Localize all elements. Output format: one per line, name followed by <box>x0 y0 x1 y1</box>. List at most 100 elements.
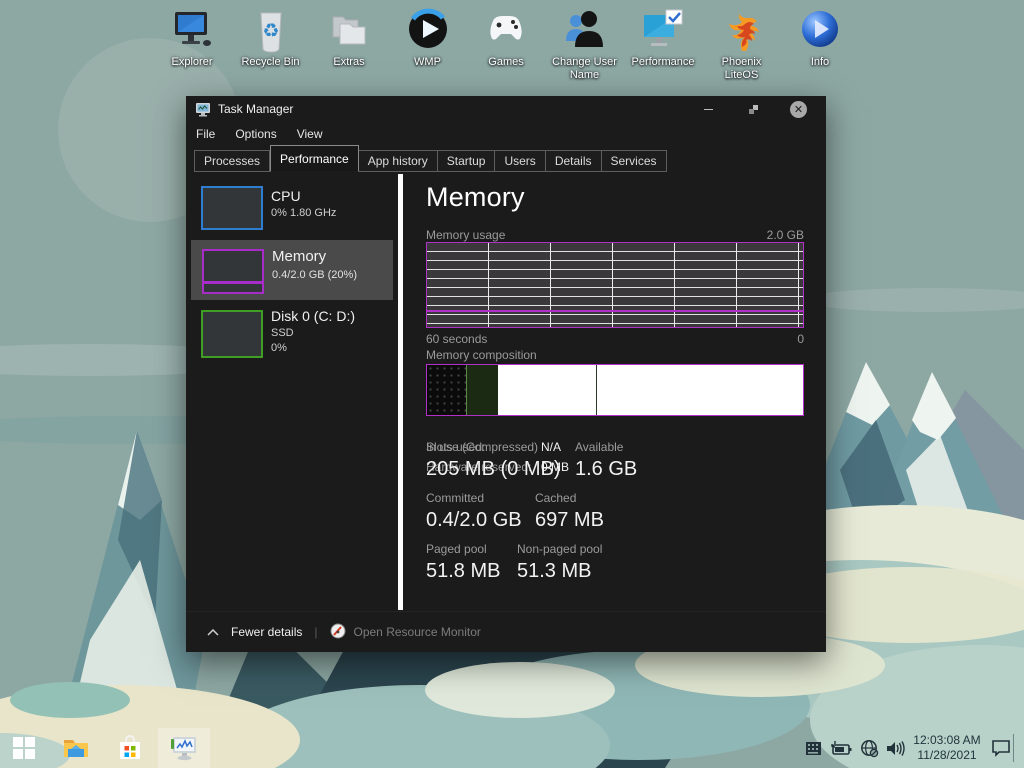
fewer-details-button[interactable]: Fewer details <box>231 625 302 639</box>
desktop-icon-label: Change User Name <box>552 56 617 81</box>
start-button[interactable] <box>0 728 48 768</box>
sidebar-item-memory[interactable]: Memory 0.4/2.0 GB (20%) <box>191 240 393 300</box>
desktop-icon-performance[interactable]: Performance <box>627 6 699 81</box>
open-resource-monitor-link[interactable]: Open Resource Monitor <box>354 625 481 639</box>
taskbar-file-explorer-button[interactable] <box>52 728 100 768</box>
task-manager-icon <box>171 737 196 761</box>
desktop-icon-explorer[interactable]: Explorer <box>156 6 228 81</box>
minimize-button[interactable] <box>686 96 731 122</box>
touch-keyboard-icon[interactable] <box>800 728 826 768</box>
tab-performance[interactable]: Performance <box>270 145 359 172</box>
volume-icon[interactable] <box>882 728 908 768</box>
desktop-icon-extras[interactable]: Extras <box>313 6 385 81</box>
tab-users[interactable]: Users <box>495 150 546 172</box>
stat-label: Non-paged pool <box>517 542 603 556</box>
file-explorer-icon <box>64 740 88 757</box>
menu-bar: File Options View <box>186 122 826 146</box>
show-desktop-strip[interactable] <box>1013 734 1014 762</box>
gamepad-icon <box>482 6 530 54</box>
memory-usage-label: Memory usage <box>426 228 506 242</box>
network-globe-icon[interactable] <box>856 728 882 768</box>
microsoft-store-icon <box>120 735 140 759</box>
chevron-up-icon <box>207 628 219 636</box>
stat-value: 51.3 MB <box>517 560 592 582</box>
desktop-icon-label: Explorer <box>171 56 213 68</box>
desktop-icon-phoenix-liteos[interactable]: Phoenix LiteOS <box>706 6 778 81</box>
sidebar-item-subtitle: 0% 1.80 GHz <box>271 207 337 219</box>
stat-committed: Committed 0.4/2.0 GB <box>426 491 522 532</box>
stat-label: Available <box>575 440 624 454</box>
memory-usage-line <box>427 310 803 313</box>
desktop-icon-label: Phoenix LiteOS <box>721 56 762 81</box>
desktop-icon-change-user-name[interactable]: Change User Name <box>549 6 621 81</box>
stat-value: 205 MB (0 MB) <box>426 458 561 480</box>
composition-standby-divider <box>596 365 598 415</box>
stat-value: 697 MB <box>535 509 604 531</box>
desktop: Explorer ♻ Recycle Bin Extras WMP Games <box>0 0 1024 768</box>
sidebar-item-title: CPU <box>271 188 301 204</box>
close-button[interactable]: ✕ <box>776 96 821 122</box>
tab-app-history[interactable]: App history <box>358 150 438 172</box>
memory-stats: In use (Compressed) 205 MB (0 MB) Availa… <box>426 440 816 590</box>
desktop-icon-label: Extras <box>333 56 365 68</box>
taskbar-task-manager-button[interactable] <box>158 728 210 768</box>
tab-details[interactable]: Details <box>545 150 602 172</box>
windows-logo-icon <box>13 737 35 759</box>
memory-composition-label: Memory composition <box>426 348 537 362</box>
menu-file[interactable]: File <box>186 127 225 141</box>
composition-inuse-segment <box>427 365 467 415</box>
desktop-icon-label: Info <box>810 56 830 68</box>
composition-modified-segment <box>466 365 498 415</box>
memory-composition-bar[interactable] <box>426 364 804 416</box>
tab-services[interactable]: Services <box>601 150 667 172</box>
task-manager-app-icon <box>195 102 211 117</box>
desktop-icon-label: Recycle Bin <box>241 56 300 68</box>
desktop-icon-info[interactable]: Info <box>784 6 856 81</box>
menu-options[interactable]: Options <box>225 127 286 141</box>
desktop-icon-label: Games <box>488 56 524 68</box>
restore-button[interactable] <box>731 96 776 122</box>
disk-thumbnail <box>201 310 263 358</box>
users-icon <box>561 6 609 54</box>
menu-view[interactable]: View <box>287 127 333 141</box>
sidebar-item-cpu[interactable]: CPU 0% 1.80 GHz <box>191 184 393 238</box>
battery-power-icon[interactable] <box>828 728 854 768</box>
tab-strip: Processes Performance App history Startu… <box>194 145 826 172</box>
cpu-thumbnail <box>201 186 263 230</box>
explorer-icon <box>168 6 216 54</box>
sidebar-item-disk0[interactable]: Disk 0 (C: D:) SSD 0% <box>191 306 393 364</box>
title-bar: Task Manager ✕ <box>186 96 826 122</box>
desktop-icon-row: Explorer ♻ Recycle Bin Extras WMP Games <box>156 6 856 81</box>
performance-sidebar: CPU 0% 1.80 GHz Memory 0.4/2.0 GB (20%) … <box>186 172 398 612</box>
media-player-icon <box>404 6 452 54</box>
tab-startup[interactable]: Startup <box>437 150 496 172</box>
desktop-icon-label: WMP <box>414 56 441 68</box>
desktop-icon-games[interactable]: Games <box>470 6 542 81</box>
footer-divider: | <box>314 625 318 639</box>
taskbar-store-button[interactable] <box>106 728 154 768</box>
stat-value: 0.4/2.0 GB <box>426 509 522 531</box>
graph-time-end-label: 0 <box>797 332 804 346</box>
action-center-icon[interactable] <box>988 728 1014 768</box>
sidebar-scrollbar[interactable] <box>398 174 403 610</box>
sidebar-item-title: Disk 0 (C: D:) <box>271 308 355 324</box>
folders-icon <box>325 6 373 54</box>
stat-cached: Cached 697 MB <box>535 491 604 532</box>
taskbar-clock[interactable]: 12:03:08 AM 11/28/2021 <box>908 728 986 768</box>
desktop-icon-wmp[interactable]: WMP <box>392 6 464 81</box>
sidebar-item-title: Memory <box>272 248 327 265</box>
taskbar: 12:03:08 AM 11/28/2021 <box>0 728 1024 768</box>
info-icon <box>796 6 844 54</box>
memory-thumbnail-bar <box>202 282 264 294</box>
stat-nonpaged-pool: Non-paged pool 51.3 MB <box>517 542 602 583</box>
desktop-icon-recycle-bin[interactable]: ♻ Recycle Bin <box>235 6 307 81</box>
phoenix-icon <box>718 6 766 54</box>
sidebar-item-subtitle: SSD <box>271 327 294 339</box>
memory-panel: Memory Memory usage 2.0 GB 60 seconds 0 … <box>404 172 826 612</box>
memory-usage-graph[interactable] <box>426 242 804 328</box>
stat-paged-pool: Paged pool 51.8 MB <box>426 542 500 583</box>
stat-available: Available 1.6 GB <box>575 440 637 481</box>
memory-scale-max: 2.0 GB <box>766 228 804 242</box>
memory-thumbnail <box>202 249 264 283</box>
tab-processes[interactable]: Processes <box>194 150 271 172</box>
